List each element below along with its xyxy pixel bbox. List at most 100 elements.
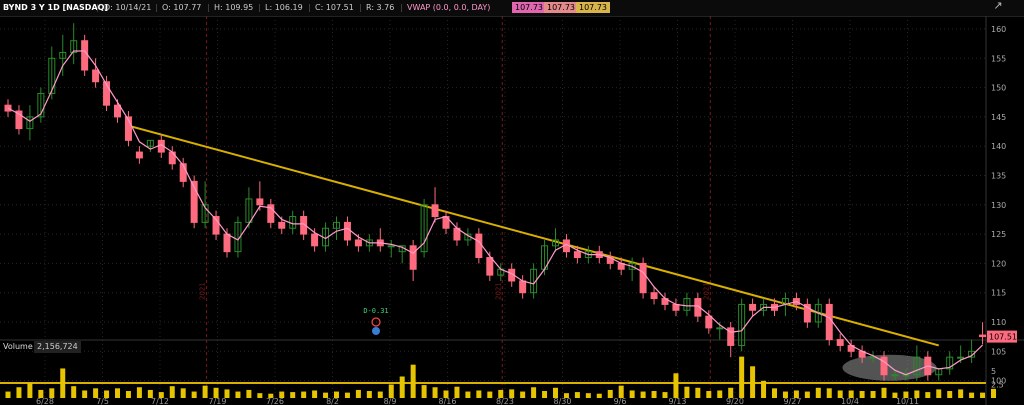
last-price-label: 107.51 xyxy=(989,333,1017,342)
candle-down xyxy=(92,69,100,83)
volume-bar xyxy=(793,390,799,398)
volume-bar xyxy=(191,391,197,398)
date-tick-label: 9/20 xyxy=(726,397,744,405)
volume-bar xyxy=(377,391,383,398)
volume-bar xyxy=(870,391,876,398)
volume-bar xyxy=(739,356,745,398)
header-separator: | xyxy=(359,3,362,12)
date-tick-label: 9/27 xyxy=(784,397,802,405)
date-tick-label: 10/11 xyxy=(896,397,919,405)
volume-bar xyxy=(936,389,942,398)
candle-up xyxy=(387,245,395,248)
open-label: O: 107.77 xyxy=(162,3,202,12)
volume-bar xyxy=(279,391,285,398)
price-chart[interactable]: 1601551501451401351301251201151101051006… xyxy=(0,16,1024,405)
candle-down xyxy=(114,104,121,118)
chart-header: BYND 3 Y 1D [NASDAQ] | D: 10/14/21 | O: … xyxy=(0,0,1024,17)
volume-bar xyxy=(782,391,788,398)
volume-bar xyxy=(5,391,11,398)
candle-down xyxy=(825,303,833,341)
candle-down xyxy=(223,233,231,253)
volume-bar xyxy=(213,387,219,398)
volume-bar xyxy=(772,388,777,398)
volume-bar xyxy=(695,387,701,398)
volume-bar xyxy=(60,368,66,398)
volume-tick-label: 2.5 xyxy=(991,381,1004,390)
volume-bar xyxy=(93,388,99,398)
price-tick-label: 120 xyxy=(991,259,1006,268)
volume-bar xyxy=(651,391,657,398)
volume-bar xyxy=(443,390,449,398)
candle-down xyxy=(705,315,713,329)
price-tick-label: 125 xyxy=(991,230,1006,239)
volume-bar xyxy=(268,393,274,398)
volume-bar xyxy=(826,388,832,398)
vwap-label[interactable]: VWAP (0.0, 0.0, DAY) xyxy=(407,0,490,16)
header-separator: | xyxy=(400,3,403,12)
volume-bar xyxy=(815,387,821,398)
volume-bar xyxy=(410,364,416,398)
volume-bar xyxy=(520,391,526,398)
volume-title: Volume xyxy=(3,342,33,351)
volume-bar xyxy=(509,389,515,398)
volume-bar xyxy=(125,391,131,398)
symbol-label[interactable]: BYND 3 Y 1D [NASDAQ] xyxy=(3,0,108,16)
volume-bar xyxy=(16,387,22,398)
volume-bar xyxy=(147,389,153,398)
volume-bar xyxy=(323,392,329,398)
candle-up xyxy=(957,356,965,359)
volume-bar xyxy=(662,392,668,398)
date-tick-label: 8/30 xyxy=(554,397,572,405)
magnify-zoom-icon[interactable]: ↗ xyxy=(990,0,1006,12)
volume-bar xyxy=(257,393,263,398)
price-tick-label: 105 xyxy=(991,347,1006,356)
price-tick-label: 160 xyxy=(991,25,1006,34)
candle-down xyxy=(639,262,647,294)
volume-bar xyxy=(388,384,394,398)
price-tick-label: 110 xyxy=(991,318,1006,327)
info-marker-icon xyxy=(372,327,380,335)
candle-down xyxy=(486,257,494,276)
date-tick-label: 9/13 xyxy=(669,397,687,405)
volume-bar xyxy=(684,386,690,398)
volume-bar xyxy=(706,391,712,398)
price-tick-label: 155 xyxy=(991,54,1006,63)
candle-down xyxy=(573,251,581,259)
volume-bar xyxy=(290,392,296,398)
candle-up xyxy=(716,327,724,330)
volume-bar xyxy=(366,391,372,398)
volume-bar xyxy=(344,392,350,398)
price-tick-label: 140 xyxy=(991,142,1006,151)
volume-bar xyxy=(49,388,55,398)
candle-down xyxy=(278,221,286,229)
volume-bar xyxy=(542,391,548,398)
volume-bar xyxy=(848,390,854,398)
volume-bar xyxy=(169,386,175,398)
volume-bar xyxy=(925,392,931,398)
volume-bar xyxy=(158,392,164,398)
volume-bar xyxy=(38,389,44,398)
price-tick-label: 115 xyxy=(991,289,1006,298)
candle-down xyxy=(81,40,89,71)
date-tick-label: 8/23 xyxy=(496,397,514,405)
volume-bar xyxy=(596,393,602,398)
price-tick-label: 150 xyxy=(991,84,1006,93)
date-tick-label: 8/2 xyxy=(326,397,339,405)
volume-bar xyxy=(82,390,88,398)
vwap-lower-badge: 107.73 xyxy=(576,2,610,13)
header-separator: | xyxy=(258,3,261,12)
volume-bar xyxy=(640,391,646,398)
date-tick-label: 8/16 xyxy=(439,397,457,405)
volume-bar xyxy=(399,376,405,398)
volume-bar xyxy=(914,390,920,398)
volume-bar xyxy=(246,389,252,398)
date-tick-label: 10/4 xyxy=(841,397,859,405)
candle-down xyxy=(650,292,658,300)
volume-bar xyxy=(421,385,427,398)
volume-bar xyxy=(71,386,77,398)
date-tick-label: 7/19 xyxy=(209,397,227,405)
volume-bar xyxy=(574,392,580,398)
candle-down xyxy=(519,280,527,294)
date-tick-label: 6/28 xyxy=(36,397,54,405)
annotation-label: D-0.31 xyxy=(363,307,388,315)
